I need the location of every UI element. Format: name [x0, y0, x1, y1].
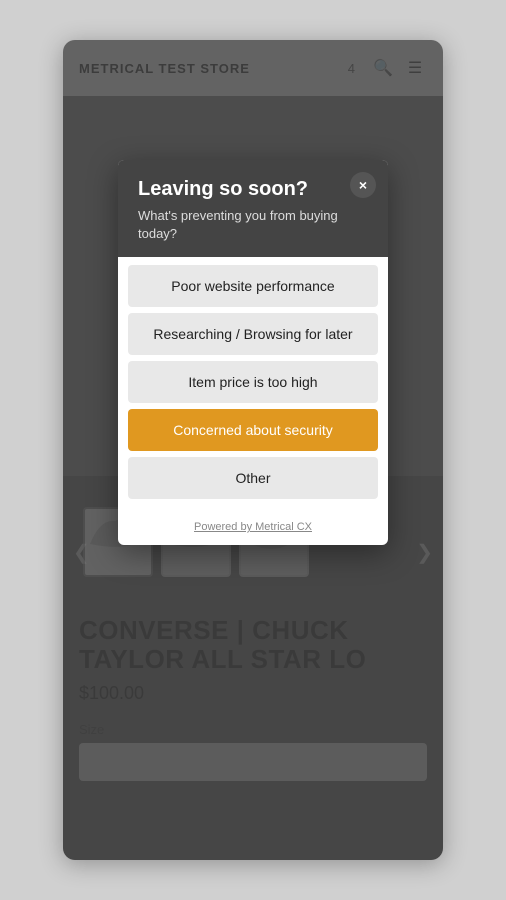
modal-subtitle: What's preventing you from buying today? [138, 207, 368, 243]
phone-frame: METRICAL TEST STORE 4 🔍 ☰ ❮ ❯ [63, 40, 443, 860]
powered-by-text: Powered by Metrical CX [194, 521, 312, 533]
option-price-high[interactable]: Item price is too high [128, 361, 378, 403]
option-poor-performance[interactable]: Poor website performance [128, 265, 378, 307]
modal-title: Leaving so soon? [138, 178, 368, 201]
modal-header: Leaving so soon? What's preventing you f… [118, 160, 388, 257]
close-icon: × [359, 178, 367, 192]
modal-options: Poor website performance Researching / B… [118, 257, 388, 511]
exit-intent-modal: Leaving so soon? What's preventing you f… [118, 160, 388, 545]
close-button[interactable]: × [350, 172, 376, 198]
option-other[interactable]: Other [128, 457, 378, 499]
option-researching[interactable]: Researching / Browsing for later [128, 313, 378, 355]
powered-by: Powered by Metrical CX [118, 511, 388, 545]
option-security[interactable]: Concerned about security [128, 409, 378, 451]
